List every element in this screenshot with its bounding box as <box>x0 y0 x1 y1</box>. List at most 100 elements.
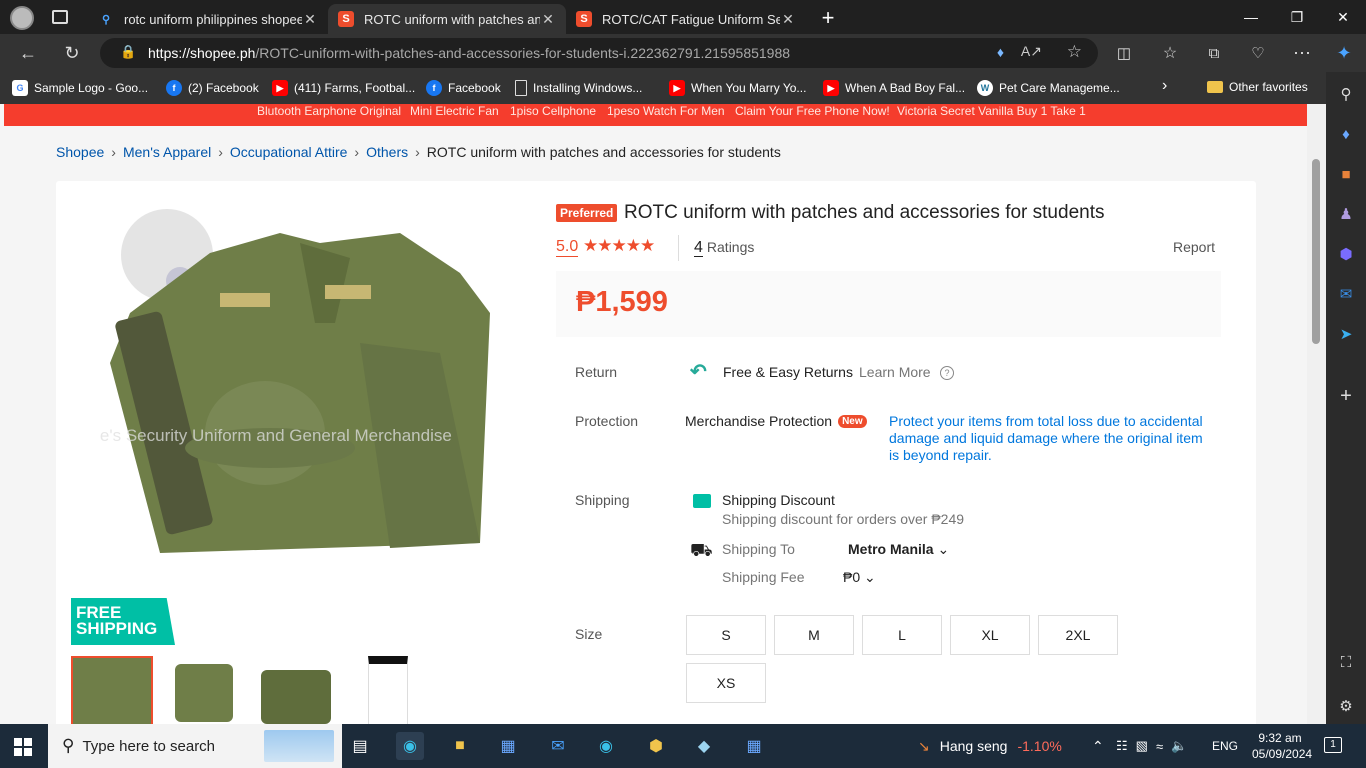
page-scrollbar[interactable] <box>1307 104 1326 724</box>
size-option-2xl[interactable]: 2XL <box>1038 615 1118 655</box>
restore-button[interactable]: ❐ <box>1274 0 1320 34</box>
calculator-icon[interactable]: ▦ <box>740 732 768 760</box>
bookmark-item[interactable]: G Sample Logo - Goo... <box>12 80 148 96</box>
coupon-icon[interactable]: ♦ <box>997 44 1004 60</box>
other-favorites[interactable]: Other favorites <box>1207 80 1308 94</box>
help-icon[interactable]: ? <box>940 366 954 380</box>
bookmark-item[interactable]: f Facebook <box>426 80 501 96</box>
games-icon[interactable]: ♟ <box>1334 202 1358 226</box>
size-option-l[interactable]: L <box>862 615 942 655</box>
language-indicator[interactable]: ENG <box>1212 724 1238 768</box>
mail-icon[interactable]: ✉ <box>544 732 572 760</box>
shipping-to-select[interactable]: Metro Manila ⌄ <box>848 541 949 558</box>
task-view-icon[interactable]: ▤ <box>346 732 374 760</box>
shopee-icon: S <box>576 11 592 27</box>
scrollbar-thumb[interactable] <box>1312 159 1320 344</box>
profile-avatar[interactable] <box>10 6 34 30</box>
add-sidebar-icon[interactable]: + <box>1334 384 1358 408</box>
product-thumbnail[interactable] <box>163 656 245 724</box>
office-icon[interactable]: ⬢ <box>1334 242 1358 266</box>
size-option-s[interactable]: S <box>686 615 766 655</box>
minimize-button[interactable]: — <box>1228 0 1274 34</box>
tab-title: ROTC/CAT Fatigue Uniform Set wi <box>602 11 780 27</box>
product-thumbnail[interactable] <box>71 656 153 724</box>
promo-link[interactable]: Victoria Secret Vanilla Buy 1 Take 1 <box>897 104 1086 118</box>
favorites-icon[interactable]: ☆ <box>1152 34 1188 72</box>
tab-fatigue[interactable]: S ROTC/CAT Fatigue Uniform Set wi ✕ <box>566 4 806 34</box>
send-icon[interactable]: ➤ <box>1334 322 1358 346</box>
shopping-tag-icon[interactable]: ♦ <box>1334 122 1358 146</box>
close-window-button[interactable]: ✕ <box>1320 0 1366 34</box>
close-tab-icon[interactable]: ✕ <box>540 11 556 28</box>
file-explorer-icon[interactable]: ■ <box>446 732 474 760</box>
size-option-xl[interactable]: XL <box>950 615 1030 655</box>
promo-link[interactable]: Claim Your Free Phone Now! <box>735 104 890 118</box>
product-thumbnail[interactable] <box>347 656 429 724</box>
search-icon[interactable]: ⚲ <box>1334 82 1358 106</box>
browser-essentials-icon[interactable]: ♡ <box>1240 34 1276 72</box>
clock[interactable]: 9:32 am 05/09/2024 <box>1252 730 1312 762</box>
app-3d-icon[interactable]: ⬢ <box>642 732 670 760</box>
web-page: Blutooth Earphone Original Mini Electric… <box>4 104 1307 724</box>
bookmark-item[interactable]: f (2) Facebook <box>166 80 259 96</box>
tab-product[interactable]: S ROTC uniform with patches and a ✕ <box>328 4 566 34</box>
app-icon[interactable]: ◆ <box>690 732 718 760</box>
breadcrumb-link[interactable]: Men's Apparel <box>123 144 211 160</box>
size-option-xs[interactable]: XS <box>686 663 766 703</box>
edge-browser-icon[interactable]: ◉ <box>396 732 424 760</box>
close-tab-icon[interactable]: ✕ <box>780 11 796 28</box>
system-tray-icons[interactable]: ☷ ▧ ≈ 🔈 <box>1116 724 1187 768</box>
tab-title: rotc uniform philippines shopee - <box>124 11 302 27</box>
settings-gear-icon[interactable]: ⚙ <box>1334 694 1358 718</box>
promo-link[interactable]: 1piso Cellphone <box>510 104 596 118</box>
product-thumbnail[interactable] <box>255 656 337 724</box>
store-icon[interactable]: ▦ <box>494 732 522 760</box>
screenshot-icon[interactable]: ⛶ <box>1334 650 1358 674</box>
shipping-fee-select[interactable]: ₱0 ⌄ <box>843 569 876 586</box>
split-screen-icon[interactable]: ◫ <box>1106 34 1142 72</box>
stock-widget[interactable]: ↘ Hang seng -1.10% <box>918 724 1062 768</box>
refresh-button[interactable]: ↻ <box>54 34 90 72</box>
report-link[interactable]: Report <box>1173 239 1215 255</box>
shopee-icon: S <box>338 11 354 27</box>
product-main-image[interactable]: Che's Security Uniform and General Merch… <box>78 203 512 569</box>
breadcrumb-link[interactable]: Shopee <box>56 144 104 160</box>
favorite-star-icon[interactable]: ☆ <box>1067 42 1082 62</box>
back-button[interactable]: ← <box>10 34 46 72</box>
collections-icon[interactable]: ⧉ <box>1196 34 1232 72</box>
breadcrumb-link[interactable]: Occupational Attire <box>230 144 348 160</box>
address-bar[interactable]: 🔒 https://shopee.ph/ROTC-uniform-with-pa… <box>100 38 1098 68</box>
bookmarks-overflow-icon[interactable]: › <box>1162 77 1167 95</box>
taskbar-search[interactable]: ⚲ Type here to search <box>48 724 342 768</box>
bookmark-item[interactable]: ▶ When A Bad Boy Fal... <box>823 80 965 96</box>
promo-link[interactable]: 1peso Watch For Men <box>607 104 725 118</box>
notifications-icon[interactable]: 1 <box>1324 737 1342 753</box>
read-aloud-icon[interactable]: A↗ <box>1021 43 1042 60</box>
bookmark-item[interactable]: ▶ When You Marry Yo... <box>669 80 806 96</box>
windows-start-icon[interactable] <box>14 738 32 756</box>
truck-icon: ⛟ <box>690 540 713 560</box>
tools-icon[interactable]: ■ <box>1334 162 1358 186</box>
size-label: Size <box>575 626 603 642</box>
close-tab-icon[interactable]: ✕ <box>302 11 318 28</box>
rating-score[interactable]: 5.0 <box>556 238 579 257</box>
bookmark-item[interactable]: W Pet Care Manageme... <box>977 80 1120 96</box>
outlook-icon[interactable]: ✉ <box>1334 282 1358 306</box>
show-hidden-icons[interactable]: ⌃ <box>1092 724 1104 768</box>
edge-icon[interactable]: ◉ <box>592 732 620 760</box>
learn-more-link[interactable]: Learn More <box>859 364 931 380</box>
breadcrumb-link[interactable]: Others <box>366 144 408 160</box>
promo-link[interactable]: Mini Electric Fan <box>410 104 499 118</box>
new-tab-button[interactable]: + <box>814 4 842 32</box>
more-menu-icon[interactable]: ⋯ <box>1284 34 1320 72</box>
tab-search[interactable]: ⚲ rotc uniform philippines shopee - ✕ <box>88 4 328 34</box>
ratings-count[interactable]: 4 Ratings <box>694 239 754 257</box>
copilot-icon[interactable]: ✦ <box>1326 34 1362 72</box>
tab-actions-icon[interactable] <box>52 10 68 24</box>
star-icon: ★ <box>640 236 655 255</box>
bookmark-item[interactable]: Installing Windows... <box>515 80 642 96</box>
size-option-m[interactable]: M <box>774 615 854 655</box>
bookmark-item[interactable]: ▶ (411) Farms, Footbal... <box>272 80 415 96</box>
promo-link[interactable]: Blutooth Earphone Original <box>257 104 401 118</box>
lock-icon[interactable]: 🔒 <box>120 44 136 60</box>
